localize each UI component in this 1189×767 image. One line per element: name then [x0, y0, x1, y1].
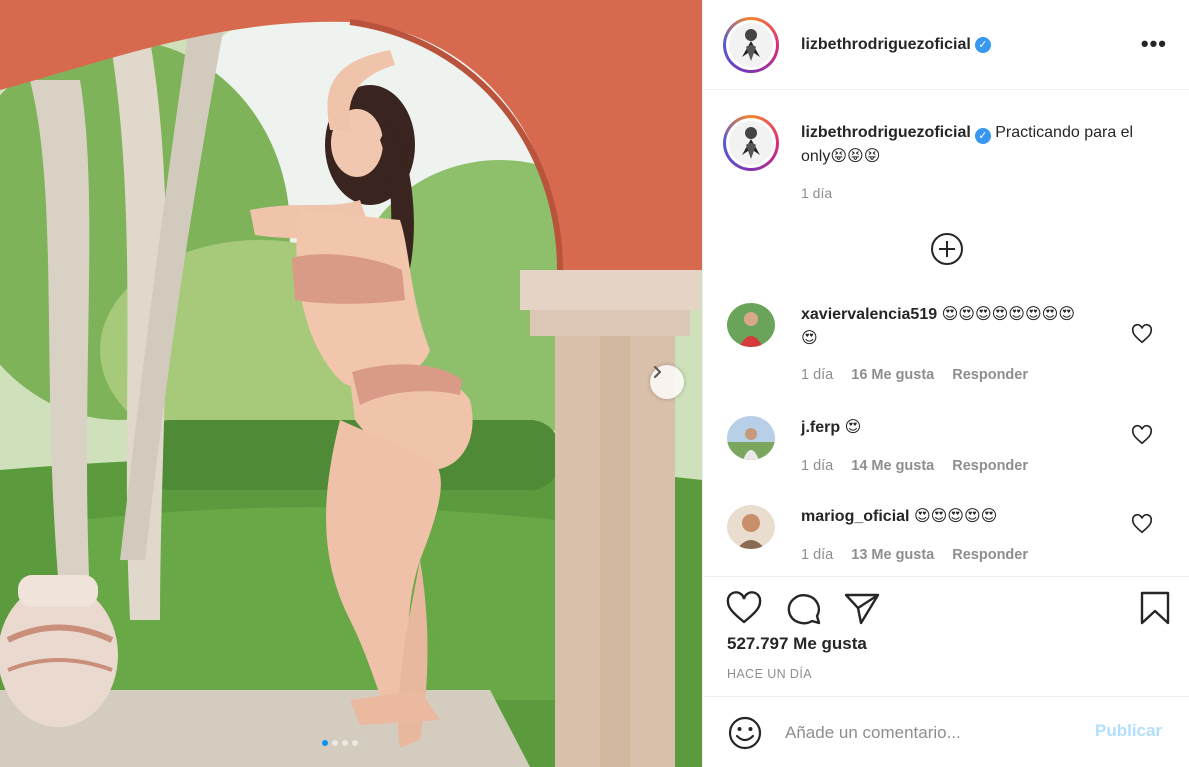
carousel-dot [322, 740, 328, 746]
post-photo[interactable] [0, 0, 702, 767]
caption-time[interactable]: 1 día [801, 185, 832, 201]
avatar-image [727, 303, 775, 347]
heart-icon[interactable] [1131, 323, 1153, 345]
carousel-dot [332, 740, 338, 746]
comment-meta: 1 día 16 Me gusta Responder [801, 367, 1028, 383]
likes-count[interactable]: 527.797 Me gusta [727, 634, 867, 654]
comment-avatar[interactable] [727, 505, 775, 549]
reply-button[interactable]: Responder [952, 547, 1028, 563]
post-header: lizbethrodriguezoficial ✓ ••• [703, 0, 1189, 90]
profile-logo-icon [742, 127, 760, 159]
comment-body: 😍 [844, 419, 862, 436]
carousel-dot [352, 740, 358, 746]
comment-username[interactable]: mariog_oficial [801, 508, 909, 525]
verified-badge-icon: ✓ [974, 128, 991, 144]
caption-avatar[interactable] [723, 115, 779, 171]
heart-icon[interactable] [1131, 424, 1153, 446]
publish-button[interactable]: Publicar [1095, 721, 1162, 741]
comment-username[interactable]: xaviervalencia519 [801, 306, 937, 323]
header-username[interactable]: lizbethrodriguezoficial [801, 36, 971, 54]
plus-circle-icon [931, 233, 963, 265]
caption-username[interactable]: lizbethrodriguezoficial [801, 124, 971, 141]
comment-text: j.ferp 😍 [801, 416, 1091, 440]
photo-illustration [0, 0, 702, 767]
profile-logo-icon [742, 28, 760, 61]
comment-time[interactable]: 1 día [801, 367, 833, 383]
caption-text-block: lizbethrodriguezoficial ✓ Practicando par… [801, 121, 1161, 169]
comment-meta: 1 día 13 Me gusta Responder [801, 547, 1028, 563]
comment-text: xaviervalencia519 😍😍😍😍😍😍😍😍😍 [801, 303, 1091, 351]
comment-body: 😍😍😍😍😍 [913, 508, 998, 525]
comment-username[interactable]: j.ferp [801, 419, 840, 436]
comment-bubble-icon[interactable] [785, 591, 823, 625]
comment-avatar[interactable] [727, 416, 775, 460]
post-actions: 527.797 Me gusta HACE UN DÍA [703, 576, 1189, 696]
add-comment-bar: Publicar [703, 696, 1189, 767]
more-options-icon[interactable]: ••• [1141, 33, 1167, 55]
carousel-dot [342, 740, 348, 746]
carousel-next-button[interactable] [650, 365, 684, 399]
heart-icon[interactable] [725, 591, 763, 625]
comment-meta: 1 día 14 Me gusta Responder [801, 458, 1028, 474]
comment-item: mariog_oficial 😍😍😍😍😍 1 día 13 Me gusta R… [727, 505, 1167, 576]
profile-avatar[interactable] [723, 16, 779, 73]
comment-likes[interactable]: 16 Me gusta [851, 367, 934, 383]
bookmark-icon[interactable] [1136, 591, 1174, 625]
reply-button[interactable]: Responder [952, 367, 1028, 383]
comment-avatar[interactable] [727, 303, 775, 347]
comments-list[interactable]: lizbethrodriguezoficial ✓ Practicando par… [703, 91, 1189, 576]
reply-button[interactable]: Responder [952, 458, 1028, 474]
smiley-icon[interactable] [727, 715, 763, 751]
load-more-comments-button[interactable] [930, 232, 964, 266]
paper-plane-icon[interactable] [843, 591, 881, 625]
avatar-image [727, 416, 775, 460]
comment-likes[interactable]: 14 Me gusta [851, 458, 934, 474]
verified-badge-icon: ✓ [974, 36, 991, 53]
heart-icon[interactable] [1131, 513, 1153, 535]
comment-input[interactable] [785, 717, 1075, 749]
post-timestamp[interactable]: HACE UN DÍA [727, 667, 812, 681]
comment-text: mariog_oficial 😍😍😍😍😍 [801, 505, 1091, 529]
chevron-right-icon [654, 366, 661, 378]
comment-likes[interactable]: 13 Me gusta [851, 547, 934, 563]
carousel-indicator [322, 740, 358, 746]
comment-time[interactable]: 1 día [801, 547, 833, 563]
comment-item: j.ferp 😍 1 día 14 Me gusta Responder [727, 416, 1167, 496]
avatar-image [727, 505, 775, 549]
post-side-panel: lizbethrodriguezoficial ✓ ••• lizbethrod… [702, 0, 1189, 767]
comment-item: xaviervalencia519 😍😍😍😍😍😍😍😍😍 1 día 16 Me … [727, 303, 1167, 383]
comment-time[interactable]: 1 día [801, 458, 833, 474]
